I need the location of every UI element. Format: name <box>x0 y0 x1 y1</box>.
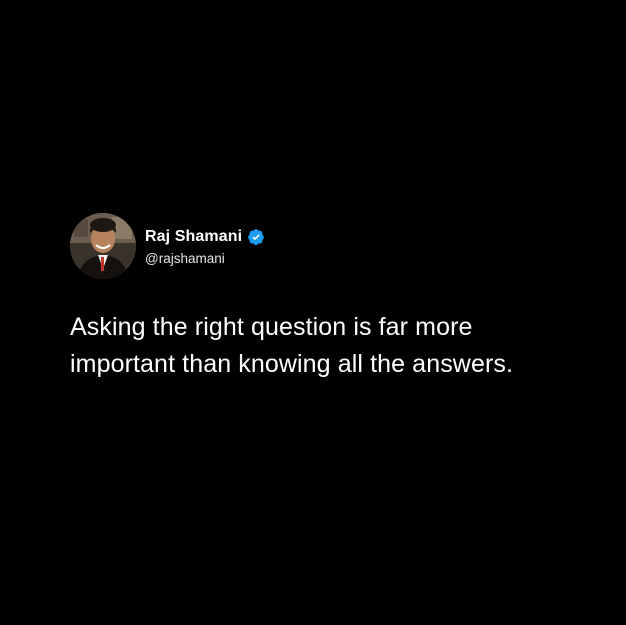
avatar-photo <box>70 213 136 279</box>
display-name[interactable]: Raj Shamani <box>145 228 242 246</box>
tweet-header: Raj Shamani @rajshamani <box>70 212 590 280</box>
avatar[interactable] <box>70 213 136 279</box>
verified-badge-icon <box>247 228 265 246</box>
user-handle[interactable]: @rajshamani <box>145 251 265 266</box>
tweet-card: Raj Shamani @rajshamani Asking the right… <box>70 212 590 383</box>
author-block: Raj Shamani @rajshamani <box>145 226 265 266</box>
tweet-text: Asking the right question is far more im… <box>70 313 514 378</box>
name-row: Raj Shamani <box>145 226 265 248</box>
